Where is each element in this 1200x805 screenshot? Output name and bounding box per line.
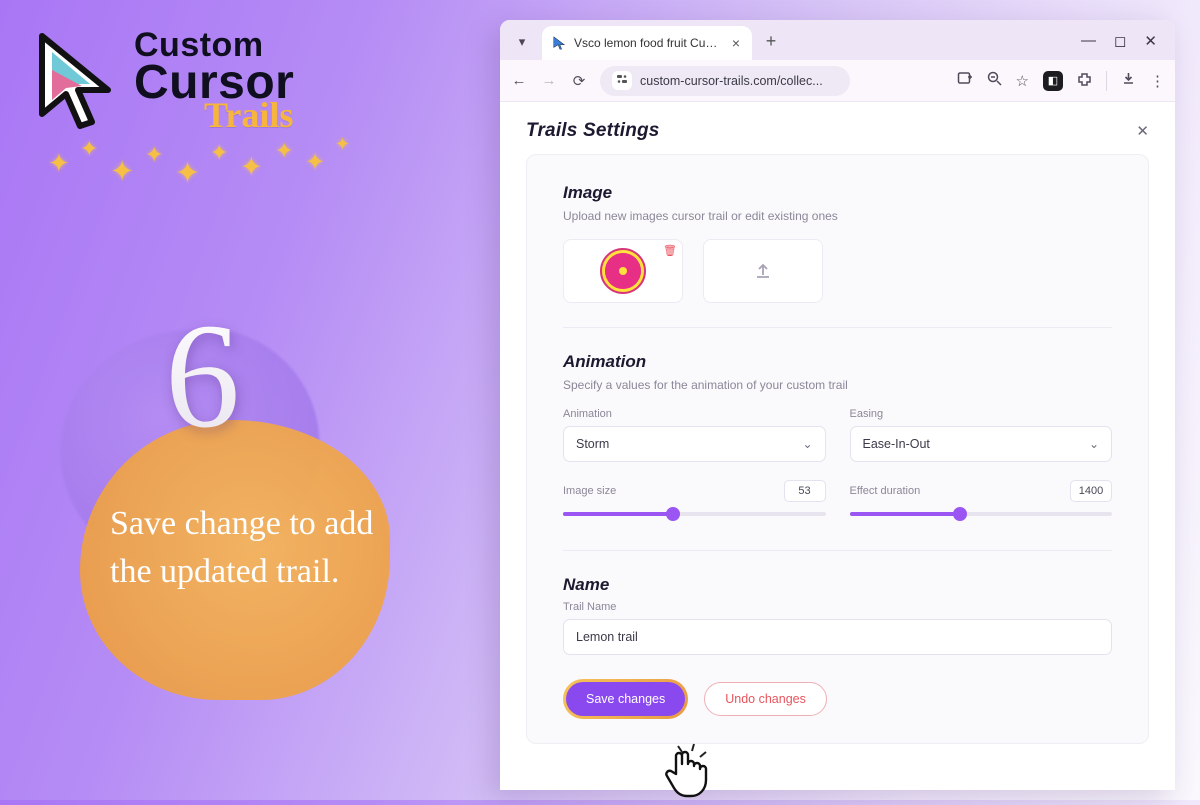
animation-sub: Specify a values for the animation of yo…	[563, 378, 1112, 392]
chevron-down-icon: ⌄	[802, 437, 812, 451]
new-tab-button[interactable]: +	[758, 28, 784, 54]
save-button-highlight: Save changes	[563, 679, 688, 719]
cursor-arrow-icon	[30, 30, 120, 130]
upload-image-button[interactable]	[703, 239, 823, 303]
install-app-icon[interactable]	[957, 71, 973, 91]
url-text: custom-cursor-trails.com/collec...	[640, 74, 823, 88]
trail-name-value: Lemon trail	[576, 630, 638, 644]
upload-icon	[753, 261, 773, 281]
sparkle-decor: ✦ ✦ ✦ ✦ ✦ ✦ ✦ ✦ ✦ ✦	[40, 118, 370, 188]
close-settings-button[interactable]: ✕	[1136, 122, 1149, 140]
zoom-out-icon[interactable]	[987, 71, 1002, 90]
back-button[interactable]: ←	[510, 72, 528, 89]
close-window-button[interactable]: ✕	[1144, 32, 1157, 50]
page-title: Trails Settings	[526, 120, 660, 142]
promo-copy: Save change to add the updated trail.	[110, 500, 420, 595]
animation-select[interactable]: Storm ⌄	[563, 426, 826, 462]
tab-search-button[interactable]: ▾	[508, 28, 536, 56]
browser-toolbar: ← → ⟳ custom-cursor-trails.com/collec...…	[500, 60, 1175, 102]
section-name: Name Trail Name Lemon trail	[563, 575, 1112, 655]
trail-name-input[interactable]: Lemon trail	[563, 619, 1112, 655]
trail-image-thumb[interactable]: 🗑	[563, 239, 683, 303]
animation-value: Storm	[576, 437, 609, 451]
downloads-icon[interactable]	[1121, 71, 1136, 90]
effect-duration-value[interactable]: 1400	[1070, 480, 1112, 502]
save-button[interactable]: Save changes	[566, 682, 685, 716]
settings-panel: Image Upload new images cursor trail or …	[526, 154, 1149, 744]
chevron-down-icon: ⌄	[1089, 437, 1099, 451]
image-heading: Image	[563, 183, 1112, 203]
extensions-icon[interactable]	[1077, 71, 1092, 90]
minimize-button[interactable]: —	[1081, 32, 1096, 50]
delete-image-icon[interactable]: 🗑	[663, 244, 677, 257]
easing-select[interactable]: Ease-In-Out ⌄	[850, 426, 1113, 462]
section-animation: Animation Specify a values for the anima…	[563, 352, 1112, 526]
overflow-menu-icon[interactable]: ⋮	[1150, 72, 1165, 90]
undo-button[interactable]: Undo changes	[704, 682, 827, 716]
effect-duration-slider[interactable]	[850, 502, 1113, 526]
tab-strip: ▾ Vsco lemon food fruit Custom C × + — ◻…	[500, 20, 1175, 60]
browser-window: ▾ Vsco lemon food fruit Custom C × + — ◻…	[500, 20, 1175, 790]
animation-label: Animation	[563, 408, 826, 420]
section-image: Image Upload new images cursor trail or …	[563, 183, 1112, 303]
trail-name-label: Trail Name	[563, 601, 1112, 613]
close-tab-icon[interactable]: ×	[730, 35, 742, 51]
image-size-slider[interactable]	[563, 502, 826, 526]
easing-value: Ease-In-Out	[863, 437, 930, 451]
favicon-icon	[552, 36, 566, 50]
bookmark-icon[interactable]: ☆	[1016, 72, 1029, 90]
lemon-icon	[600, 248, 646, 294]
browser-tab[interactable]: Vsco lemon food fruit Custom C ×	[542, 26, 752, 60]
reload-button[interactable]: ⟳	[570, 72, 588, 90]
promo-graphic: 6 Save change to add the updated trail.	[40, 270, 440, 770]
site-settings-icon[interactable]	[612, 71, 632, 90]
image-sub: Upload new images cursor trail or edit e…	[563, 209, 1112, 223]
forward-button[interactable]: →	[540, 72, 558, 89]
step-number: 6	[165, 290, 240, 462]
address-bar[interactable]: custom-cursor-trails.com/collec...	[600, 66, 850, 96]
maximize-button[interactable]: ◻	[1114, 32, 1126, 50]
name-heading: Name	[563, 575, 1112, 595]
image-size-value[interactable]: 53	[784, 480, 826, 502]
image-size-label: Image size	[563, 485, 616, 497]
extension-badge[interactable]: ◧	[1043, 71, 1063, 91]
tab-title: Vsco lemon food fruit Custom C	[574, 36, 722, 50]
animation-heading: Animation	[563, 352, 1112, 372]
easing-label: Easing	[850, 408, 1113, 420]
effect-duration-label: Effect duration	[850, 485, 921, 497]
